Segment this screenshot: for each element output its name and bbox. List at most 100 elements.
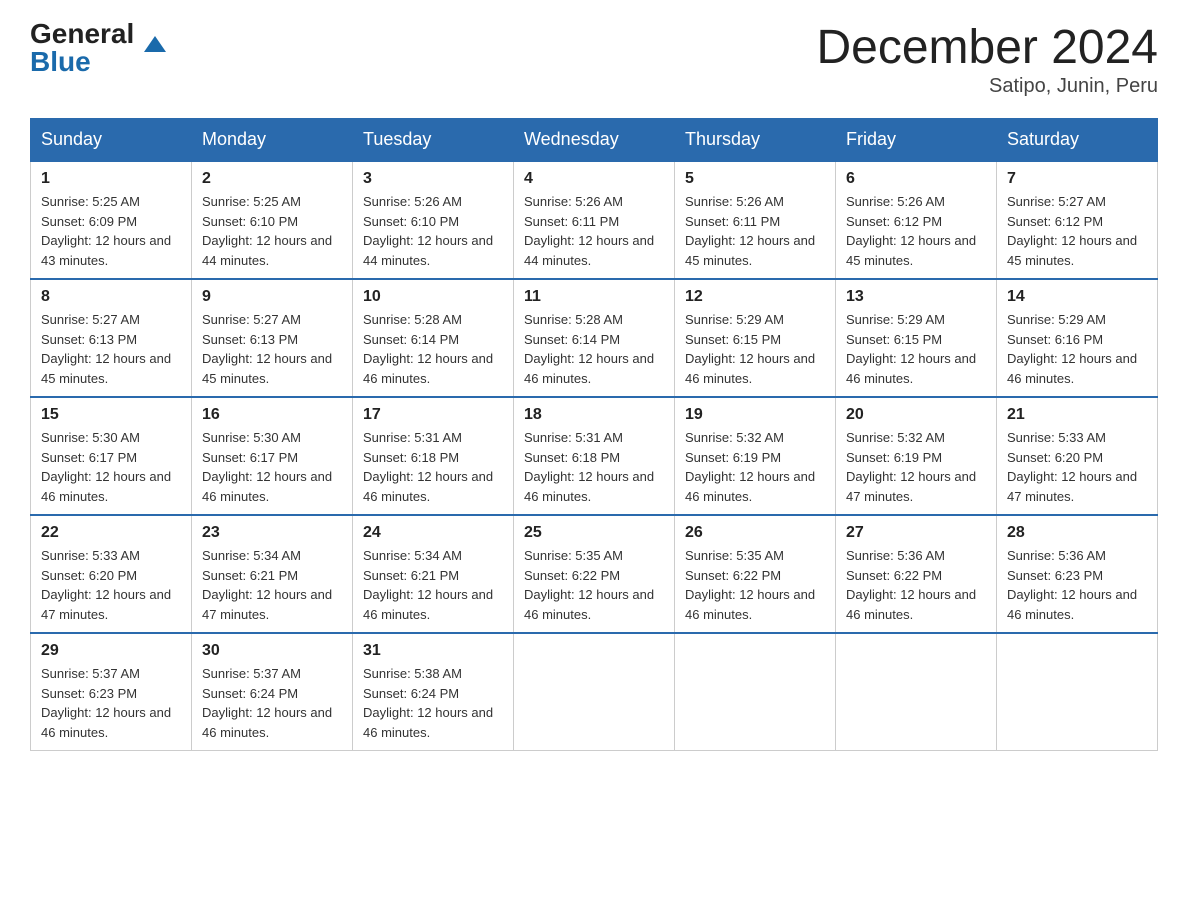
day-number: 1 [41, 170, 181, 188]
calendar-cell: 10Sunrise: 5:28 AMSunset: 6:14 PMDayligh… [353, 279, 514, 397]
day-number: 29 [41, 642, 181, 660]
logo: General Blue [30, 20, 144, 76]
calendar-cell: 7 Sunrise: 5:27 AMSunset: 6:12 PMDaylight… [997, 161, 1158, 279]
day-info: Sunrise: 5:31 AMSunset: 6:18 PMDaylight:… [524, 428, 664, 506]
day-info: Sunrise: 5:37 AMSunset: 6:24 PMDaylight:… [202, 664, 342, 742]
month-title: December 2024 [816, 20, 1158, 75]
calendar-cell: 3 Sunrise: 5:26 AMSunset: 6:10 PMDaylight… [353, 161, 514, 279]
calendar-cell: 20 Sunrise: 5:32 AMSunset: 6:19 PMDayligh… [836, 397, 997, 515]
calendar-cell: 25Sunrise: 5:35 AMSunset: 6:22 PMDayligh… [514, 515, 675, 633]
weekday-header-monday: Monday [192, 119, 353, 162]
calendar-cell: 28 Sunrise: 5:36 AMSunset: 6:23 PMDayligh… [997, 515, 1158, 633]
calendar-cell [836, 633, 997, 751]
day-info: Sunrise: 5:25 AMSunset: 6:10 PMDaylight:… [202, 192, 342, 270]
day-info: Sunrise: 5:26 AMSunset: 6:10 PMDaylight:… [363, 192, 503, 270]
day-info: Sunrise: 5:33 AMSunset: 6:20 PMDaylight:… [1007, 428, 1147, 506]
calendar-cell: 8 Sunrise: 5:27 AMSunset: 6:13 PMDaylight… [31, 279, 192, 397]
day-info: Sunrise: 5:27 AMSunset: 6:12 PMDaylight:… [1007, 192, 1147, 270]
calendar-cell: 14 Sunrise: 5:29 AMSunset: 6:16 PMDayligh… [997, 279, 1158, 397]
calendar-cell: 19 Sunrise: 5:32 AMSunset: 6:19 PMDayligh… [675, 397, 836, 515]
day-number: 8 [41, 288, 181, 306]
day-number: 5 [685, 170, 825, 188]
day-info: Sunrise: 5:37 AMSunset: 6:23 PMDaylight:… [41, 664, 181, 742]
calendar-cell: 23 Sunrise: 5:34 AMSunset: 6:21 PMDayligh… [192, 515, 353, 633]
calendar-cell: 6 Sunrise: 5:26 AMSunset: 6:12 PMDaylight… [836, 161, 997, 279]
day-number: 2 [202, 170, 342, 188]
day-number: 16 [202, 406, 342, 424]
day-info: Sunrise: 5:27 AMSunset: 6:13 PMDaylight:… [41, 310, 181, 388]
page-header: General Blue December 2024 Satipo, Junin… [30, 20, 1158, 98]
calendar-cell: 13 Sunrise: 5:29 AMSunset: 6:15 PMDayligh… [836, 279, 997, 397]
day-number: 14 [1007, 288, 1147, 306]
day-number: 21 [1007, 406, 1147, 424]
calendar-cell: 27 Sunrise: 5:36 AMSunset: 6:22 PMDayligh… [836, 515, 997, 633]
weekday-header-thursday: Thursday [675, 119, 836, 162]
day-info: Sunrise: 5:32 AMSunset: 6:19 PMDaylight:… [685, 428, 825, 506]
calendar-cell: 29 Sunrise: 5:37 AMSunset: 6:23 PMDayligh… [31, 633, 192, 751]
day-number: 30 [202, 642, 342, 660]
weekday-header-row: SundayMondayTuesdayWednesdayThursdayFrid… [31, 119, 1158, 162]
day-number: 17 [363, 406, 503, 424]
calendar-cell: 12Sunrise: 5:29 AMSunset: 6:15 PMDayligh… [675, 279, 836, 397]
day-info: Sunrise: 5:30 AMSunset: 6:17 PMDaylight:… [202, 428, 342, 506]
weekday-header-saturday: Saturday [997, 119, 1158, 162]
calendar-cell: 26 Sunrise: 5:35 AMSunset: 6:22 PMDayligh… [675, 515, 836, 633]
day-number: 26 [685, 524, 825, 542]
calendar-cell: 30 Sunrise: 5:37 AMSunset: 6:24 PMDayligh… [192, 633, 353, 751]
calendar-cell: 21 Sunrise: 5:33 AMSunset: 6:20 PMDayligh… [997, 397, 1158, 515]
calendar-week-5: 29 Sunrise: 5:37 AMSunset: 6:23 PMDayligh… [31, 633, 1158, 751]
day-info: Sunrise: 5:34 AMSunset: 6:21 PMDaylight:… [363, 546, 503, 624]
calendar-cell: 22Sunrise: 5:33 AMSunset: 6:20 PMDayligh… [31, 515, 192, 633]
day-info: Sunrise: 5:26 AMSunset: 6:11 PMDaylight:… [685, 192, 825, 270]
day-info: Sunrise: 5:27 AMSunset: 6:13 PMDaylight:… [202, 310, 342, 388]
day-info: Sunrise: 5:35 AMSunset: 6:22 PMDaylight:… [524, 546, 664, 624]
day-info: Sunrise: 5:29 AMSunset: 6:16 PMDaylight:… [1007, 310, 1147, 388]
calendar-cell: 1 Sunrise: 5:25 AMSunset: 6:09 PMDaylight… [31, 161, 192, 279]
calendar-week-2: 8 Sunrise: 5:27 AMSunset: 6:13 PMDaylight… [31, 279, 1158, 397]
day-number: 13 [846, 288, 986, 306]
day-number: 19 [685, 406, 825, 424]
day-number: 3 [363, 170, 503, 188]
calendar-cell: 11Sunrise: 5:28 AMSunset: 6:14 PMDayligh… [514, 279, 675, 397]
day-number: 12 [685, 288, 825, 306]
title-area: December 2024 Satipo, Junin, Peru [816, 20, 1158, 98]
weekday-header-friday: Friday [836, 119, 997, 162]
calendar-table: SundayMondayTuesdayWednesdayThursdayFrid… [30, 118, 1158, 751]
day-info: Sunrise: 5:26 AMSunset: 6:12 PMDaylight:… [846, 192, 986, 270]
day-number: 18 [524, 406, 664, 424]
day-info: Sunrise: 5:35 AMSunset: 6:22 PMDaylight:… [685, 546, 825, 624]
calendar-cell: 31Sunrise: 5:38 AMSunset: 6:24 PMDayligh… [353, 633, 514, 751]
calendar-week-1: 1 Sunrise: 5:25 AMSunset: 6:09 PMDaylight… [31, 161, 1158, 279]
calendar-cell: 2 Sunrise: 5:25 AMSunset: 6:10 PMDaylight… [192, 161, 353, 279]
day-number: 4 [524, 170, 664, 188]
day-info: Sunrise: 5:30 AMSunset: 6:17 PMDaylight:… [41, 428, 181, 506]
day-number: 24 [363, 524, 503, 542]
day-number: 20 [846, 406, 986, 424]
day-number: 28 [1007, 524, 1147, 542]
logo-general-text: General [30, 20, 134, 48]
day-number: 11 [524, 288, 664, 306]
day-info: Sunrise: 5:31 AMSunset: 6:18 PMDaylight:… [363, 428, 503, 506]
day-number: 7 [1007, 170, 1147, 188]
calendar-cell [675, 633, 836, 751]
day-info: Sunrise: 5:36 AMSunset: 6:23 PMDaylight:… [1007, 546, 1147, 624]
day-number: 15 [41, 406, 181, 424]
day-info: Sunrise: 5:34 AMSunset: 6:21 PMDaylight:… [202, 546, 342, 624]
calendar-cell: 17 Sunrise: 5:31 AMSunset: 6:18 PMDayligh… [353, 397, 514, 515]
day-info: Sunrise: 5:29 AMSunset: 6:15 PMDaylight:… [846, 310, 986, 388]
day-info: Sunrise: 5:32 AMSunset: 6:19 PMDaylight:… [846, 428, 986, 506]
calendar-cell: 24 Sunrise: 5:34 AMSunset: 6:21 PMDayligh… [353, 515, 514, 633]
calendar-week-3: 15 Sunrise: 5:30 AMSunset: 6:17 PMDayligh… [31, 397, 1158, 515]
weekday-header-wednesday: Wednesday [514, 119, 675, 162]
calendar-cell: 15 Sunrise: 5:30 AMSunset: 6:17 PMDayligh… [31, 397, 192, 515]
calendar-cell: 16 Sunrise: 5:30 AMSunset: 6:17 PMDayligh… [192, 397, 353, 515]
calendar-cell: 4Sunrise: 5:26 AMSunset: 6:11 PMDaylight… [514, 161, 675, 279]
calendar-cell [514, 633, 675, 751]
day-number: 23 [202, 524, 342, 542]
logo-blue-text: Blue [30, 46, 91, 77]
day-info: Sunrise: 5:25 AMSunset: 6:09 PMDaylight:… [41, 192, 181, 270]
day-number: 6 [846, 170, 986, 188]
day-number: 27 [846, 524, 986, 542]
day-number: 9 [202, 288, 342, 306]
day-info: Sunrise: 5:36 AMSunset: 6:22 PMDaylight:… [846, 546, 986, 624]
